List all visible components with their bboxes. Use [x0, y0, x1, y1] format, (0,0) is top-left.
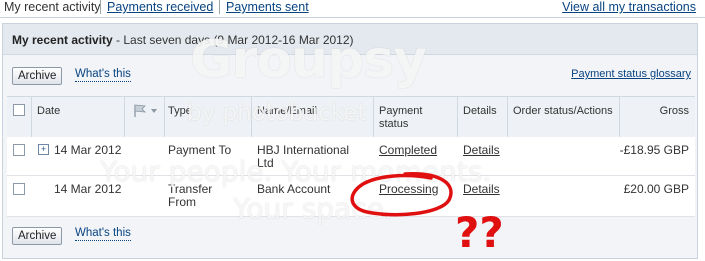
column-header-payment-status: Payment status [379, 105, 422, 131]
table-row: + 14 Mar 2012 Payment To HBJ Internation… [7, 137, 695, 176]
table-row: 14 Mar 2012 Transfer From Bank Account P… [7, 176, 695, 217]
row-name-line1: HBJ International [257, 143, 350, 157]
column-header-gross: Gross [659, 105, 689, 117]
row-type-line2: From [168, 195, 196, 209]
row-details-link[interactable]: Details [463, 144, 500, 157]
row-type: Payment To [168, 143, 232, 157]
row-date: 14 Mar 2012 [54, 143, 122, 157]
row-status-link[interactable]: Completed [379, 144, 437, 157]
column-divider [164, 97, 165, 137]
recent-activity-panel: My recent activity - Last seven days (9 … [2, 23, 698, 259]
row-type: Transfer From [168, 183, 212, 209]
column-divider [251, 97, 252, 137]
column-header-type: Type [168, 105, 192, 117]
row-checkbox[interactable] [13, 183, 25, 195]
tab-divider [100, 0, 101, 14]
column-header-order-status: Order status/Actions [513, 105, 613, 117]
column-divider [124, 97, 125, 137]
row-date: 14 Mar 2012 [54, 182, 122, 196]
select-all-checkbox[interactable] [13, 104, 25, 116]
column-header-payment-status-line1: Payment [379, 105, 423, 117]
row-details-link[interactable]: Details [463, 183, 500, 196]
row-checkbox[interactable] [13, 144, 25, 156]
archive-button-bottom[interactable]: Archive [12, 227, 63, 245]
column-header-date[interactable]: Date [37, 105, 60, 118]
panel-title: My recent activity - Last seven days (9 … [12, 33, 354, 47]
column-divider [457, 97, 458, 137]
column-divider [373, 97, 374, 137]
view-all-transactions-link[interactable]: View all my transactions [562, 0, 696, 14]
tab-payments-sent[interactable]: Payments sent [226, 0, 309, 14]
activity-tabs: My recent activity Payments received Pay… [0, 0, 705, 18]
column-divider [619, 97, 620, 137]
tab-my-recent-activity[interactable]: My recent activity [4, 0, 101, 14]
tab-payments-received[interactable]: Payments received [107, 0, 213, 14]
flag-filter-icon[interactable] [133, 104, 161, 118]
whats-this-link-bottom[interactable]: What's this [75, 227, 131, 241]
tab-divider [219, 0, 220, 14]
panel-title-date-range: - Last seven days (9 Mar 2012-16 Mar 201… [112, 33, 354, 47]
table-header: Date Type Name/Email Payment status Deta… [7, 96, 695, 138]
expand-row-icon[interactable]: + [38, 144, 49, 155]
whats-this-link[interactable]: What's this [75, 68, 131, 82]
column-divider [507, 97, 508, 137]
row-type-line1: Transfer [168, 182, 213, 196]
column-header-payment-status-line2: status [379, 118, 409, 130]
row-status-link[interactable]: Processing [379, 183, 438, 196]
column-header-name-email: Name/Email [257, 105, 317, 117]
panel-title-main: My recent activity [12, 33, 113, 47]
panel-header: My recent activity - Last seven days (9 … [3, 24, 697, 55]
archive-button[interactable]: Archive [12, 67, 63, 85]
payment-status-glossary-link[interactable]: Payment status glossary [571, 68, 691, 80]
row-gross: -£18.95 GBP [619, 143, 689, 157]
row-name-line2: Ltd [257, 156, 274, 170]
row-gross: £20.00 GBP [623, 182, 689, 196]
column-divider [31, 97, 32, 137]
row-name: Bank Account [257, 182, 331, 196]
row-name: HBJ International Ltd [257, 144, 349, 170]
column-header-details: Details [463, 105, 497, 117]
